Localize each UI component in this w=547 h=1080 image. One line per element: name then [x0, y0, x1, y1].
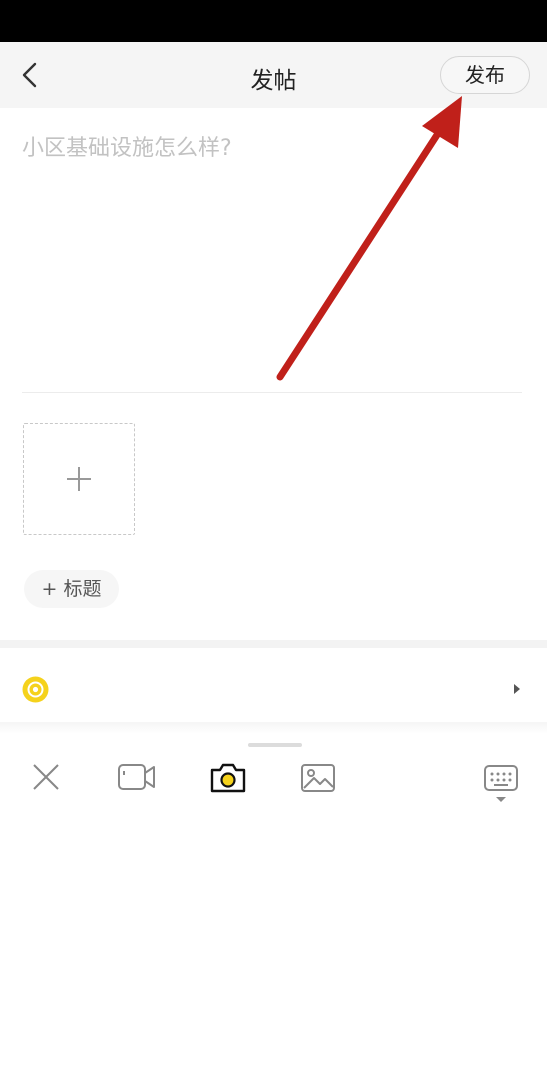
plus-icon	[67, 467, 91, 491]
nav-bar: 发帖 发布	[0, 42, 547, 108]
camera-icon[interactable]	[209, 762, 247, 794]
status-bar	[0, 0, 547, 42]
publish-button[interactable]: 发布	[440, 56, 530, 94]
toolbar-shadow	[0, 722, 547, 734]
triangle-right-icon	[514, 684, 520, 694]
image-icon[interactable]	[300, 762, 336, 794]
divider	[22, 392, 522, 393]
section-separator	[0, 640, 547, 648]
add-media-button[interactable]	[23, 423, 135, 535]
drag-handle[interactable]	[248, 743, 302, 747]
post-content-input[interactable]	[22, 130, 522, 370]
video-icon[interactable]	[117, 762, 157, 792]
add-title-button[interactable]: + 标题	[24, 570, 119, 608]
close-icon[interactable]	[31, 762, 61, 792]
yellow-circle-icon	[22, 676, 49, 703]
keyboard-icon[interactable]	[483, 764, 519, 806]
bottom-toolbar	[0, 734, 547, 816]
option-row[interactable]	[0, 660, 547, 718]
